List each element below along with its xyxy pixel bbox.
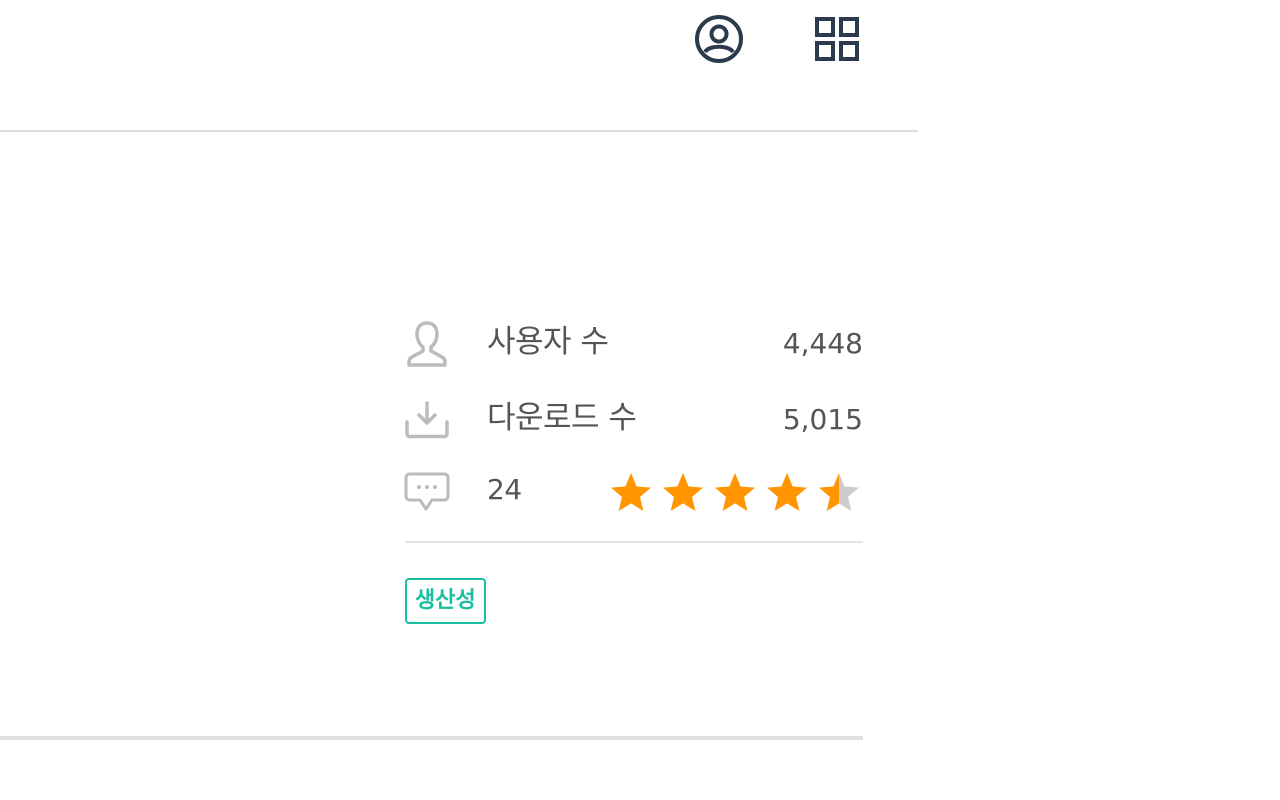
star-icon [611,473,651,511]
star-icon [663,473,703,511]
star-icon [715,473,755,511]
stat-users: 사용자 수 4,448 [400,312,863,382]
apps-grid-icon[interactable] [810,12,864,66]
header-divider [0,130,918,132]
downloads-label: 다운로드 수 [487,400,637,436]
star-icon [819,473,859,511]
star-icon [767,473,807,511]
star-rating [607,470,863,514]
users-label: 사용자 수 [487,324,609,360]
account-circle-icon[interactable] [692,12,746,66]
bottom-divider [0,736,863,740]
stat-reviews[interactable]: 24 [400,460,863,530]
downloads-value: 5,015 [782,403,863,436]
user-icon [402,318,452,370]
stats-divider [405,541,863,543]
comment-icon [402,466,452,518]
app-detail-page: 사용자 수 4,448 다운로드 수 5,015 24 생산성 [0,0,1280,800]
stat-downloads: 다운로드 수 5,015 [400,388,863,458]
app-stats: 사용자 수 4,448 다운로드 수 5,015 24 [400,312,863,530]
users-value: 4,448 [782,327,863,360]
category-tag[interactable]: 생산성 [405,578,486,624]
download-icon [402,394,452,446]
review-count: 24 [487,473,522,506]
